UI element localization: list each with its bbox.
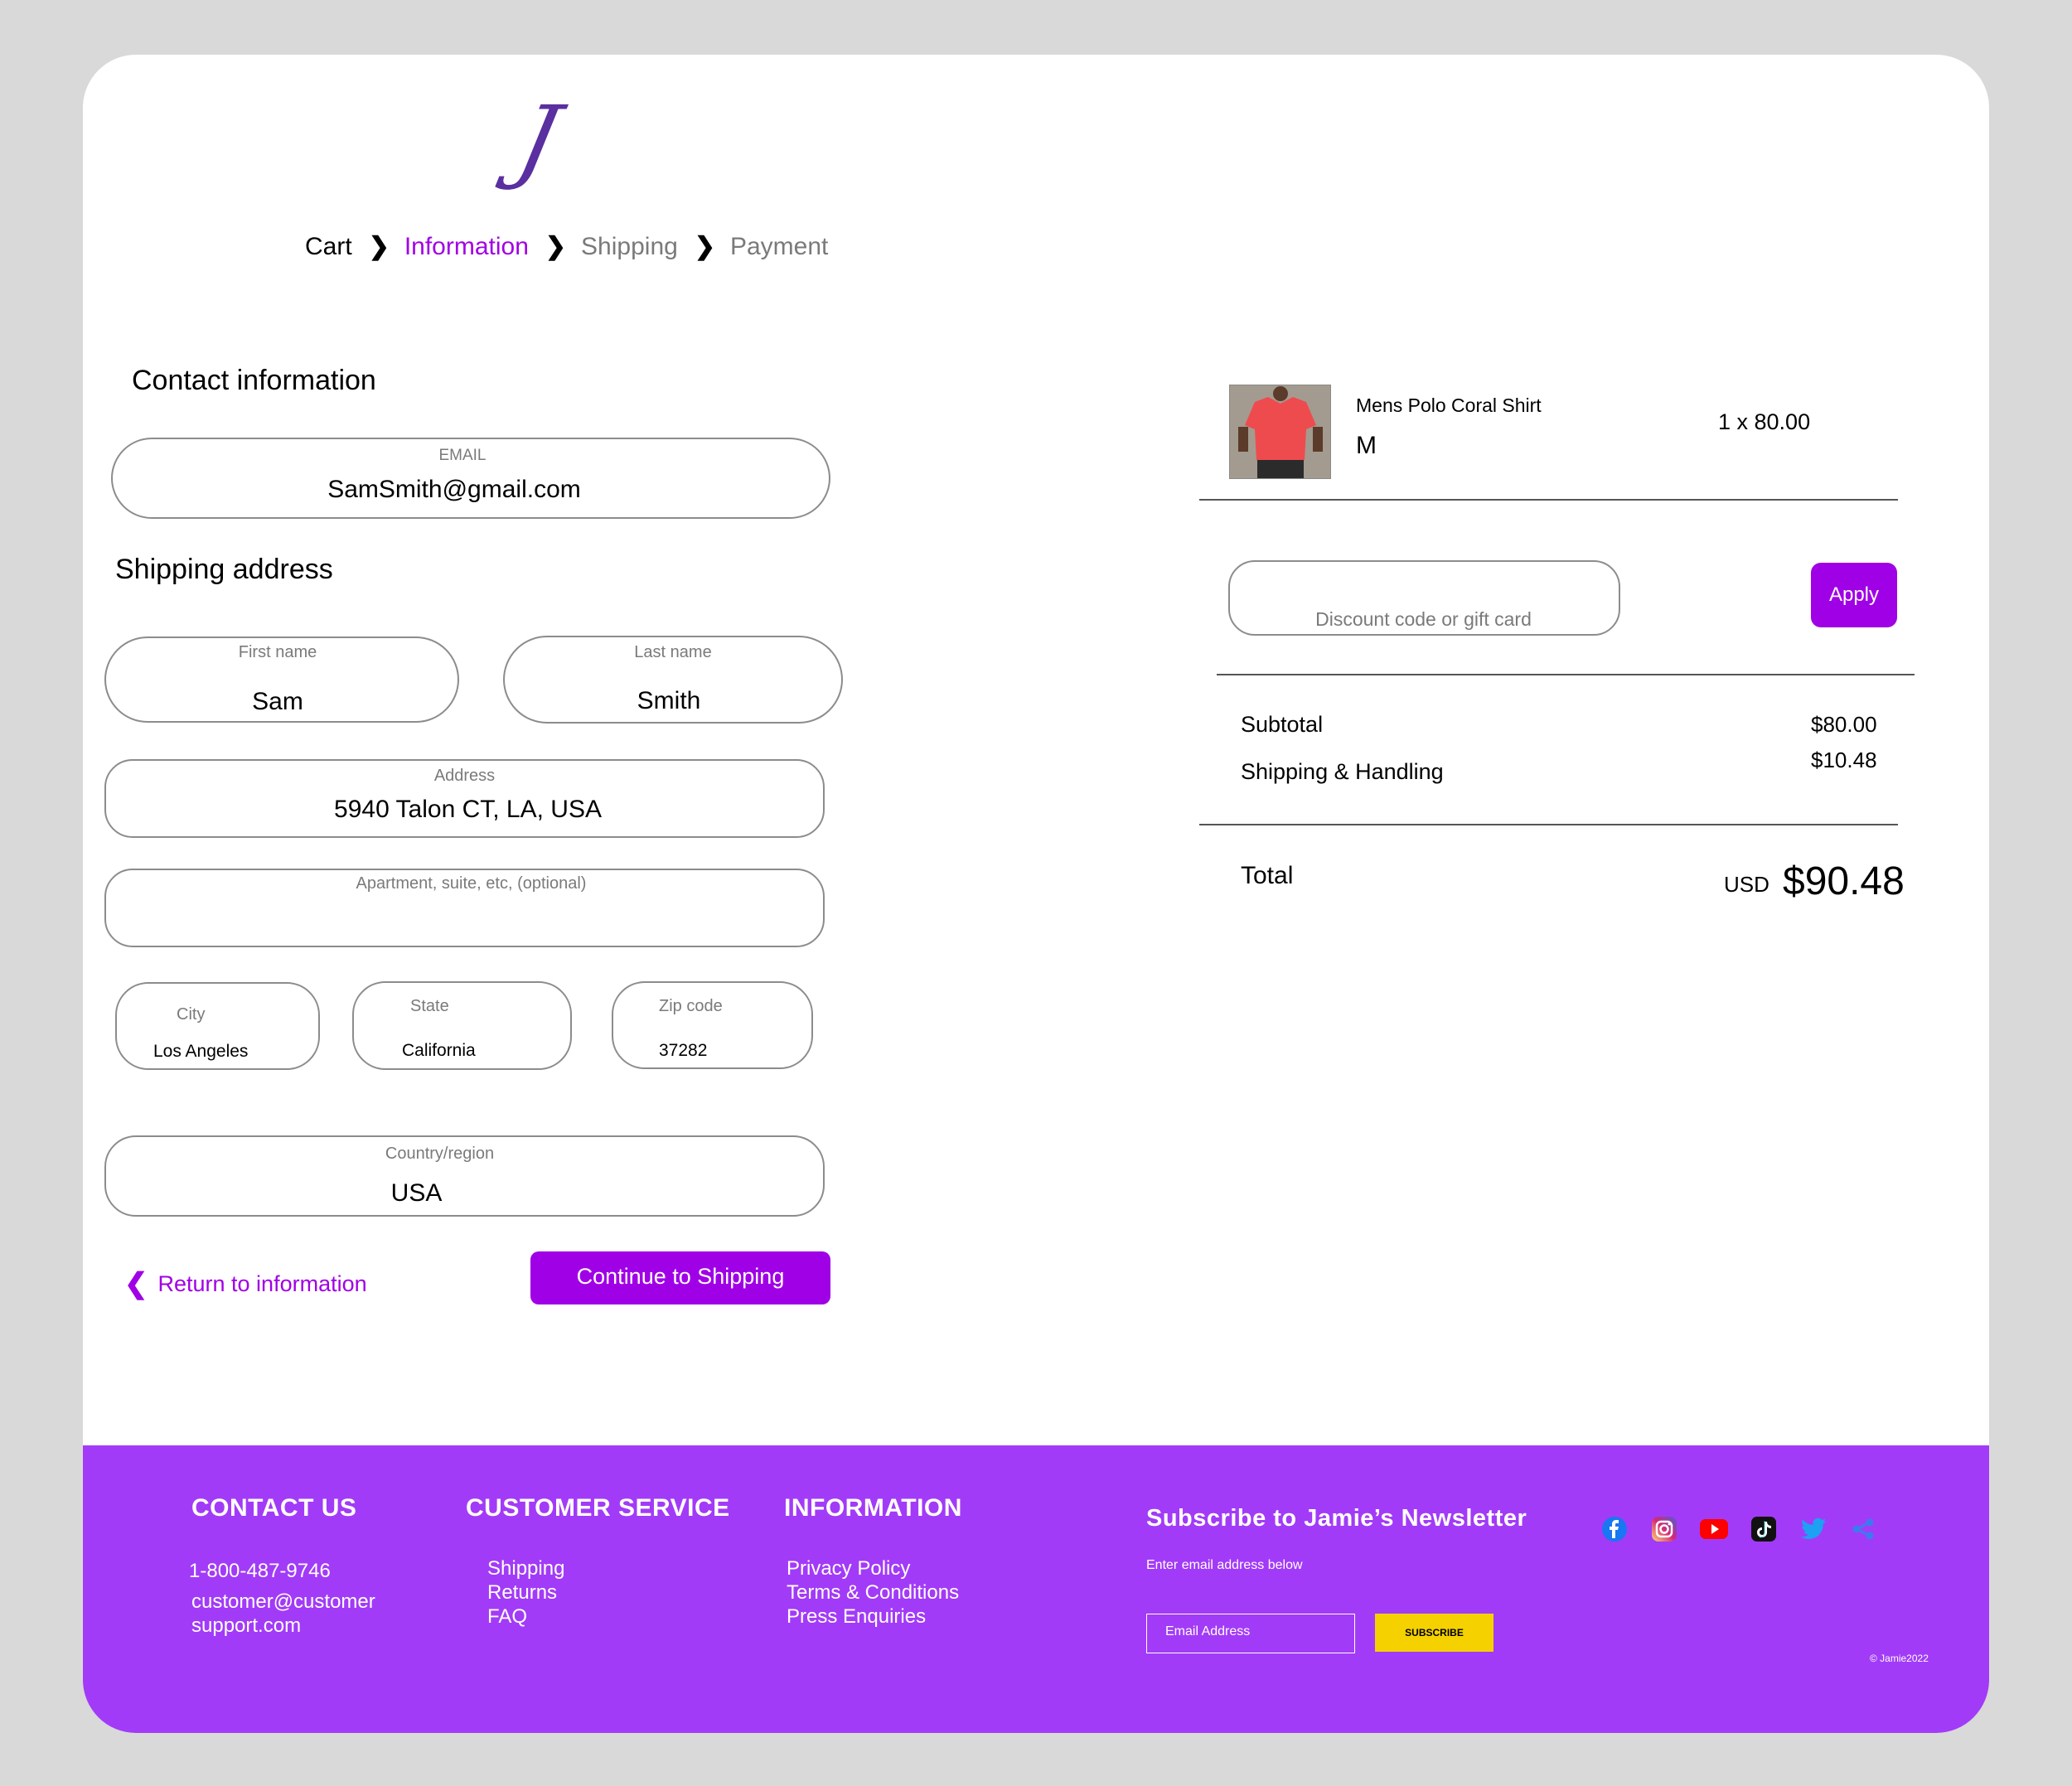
zip-code-label: Zip code [659,997,723,1015]
continue-to-shipping-label: Continue to Shipping [576,1263,785,1289]
customer-service-heading: CUSTOMER SERVICE [466,1494,730,1522]
youtube-icon[interactable] [1700,1515,1728,1543]
divider [1217,674,1915,675]
city-label: City [177,1005,206,1024]
address-label: Address [433,767,496,785]
footer-link-privacy-policy[interactable]: Privacy Policy [787,1556,910,1580]
information-heading: INFORMATION [784,1494,962,1522]
product-thumbnail[interactable] [1229,385,1331,479]
country-label: Country/region [385,1145,495,1163]
first-name-label: First name [238,643,317,661]
facebook-icon[interactable] [1600,1515,1629,1543]
continue-to-shipping-button[interactable]: Continue to Shipping [530,1251,830,1304]
state-value: California [402,1041,476,1060]
footer-link-faq[interactable]: FAQ [487,1604,527,1629]
first-name-field[interactable]: First name Sam [104,636,459,723]
divider [1199,499,1898,501]
discount-code-input[interactable]: Discount code or gift card [1228,560,1620,636]
newsletter-email-input[interactable]: Email Address [1146,1614,1355,1653]
breadcrumb-shipping[interactable]: Shipping [581,233,678,261]
checkout-page: J Cart ❯ Information ❯ Shipping ❯ Paymen… [83,55,1989,1733]
footer-phone[interactable]: 1-800-487-9746 [189,1559,331,1583]
divider [1199,824,1898,825]
breadcrumb-information[interactable]: Information [404,233,529,261]
footer-link-terms[interactable]: Terms & Conditions [787,1580,959,1604]
footer-email-line1[interactable]: customer@customer [191,1590,375,1614]
contact-heading: Contact information [132,365,376,396]
shirt-image [1230,385,1330,478]
first-name-value: Sam [252,688,303,715]
city-value: Los Angeles [153,1042,249,1061]
newsletter-subtext: Enter email address below [1146,1558,1303,1572]
state-label: State [410,997,449,1015]
city-field[interactable]: City Los Angeles [115,982,320,1070]
subscribe-button[interactable]: SUBSCRIBE [1375,1614,1493,1652]
email-label: EMAIL [438,447,487,464]
address-field[interactable]: Address 5940 Talon CT, LA, USA [104,759,825,838]
return-to-information-label: Return to information [157,1271,367,1296]
last-name-field[interactable]: Last name Smith [503,636,843,724]
chevron-right-icon: ❯ [368,233,390,260]
zip-code-value: 37282 [659,1041,708,1060]
total-value: $90.48 [1783,859,1905,903]
country-field[interactable]: Country/region USA [104,1135,825,1217]
last-name-label: Last name [634,643,712,661]
product-size: M [1356,432,1377,459]
chevron-right-icon: ❯ [694,233,715,260]
subtotal-value: $80.00 [1811,712,1877,737]
breadcrumb-cart[interactable]: Cart [305,233,352,261]
share-icon[interactable] [1849,1515,1877,1543]
total-label: Total [1241,862,1294,889]
state-field[interactable]: State California [352,981,572,1070]
apply-label: Apply [1828,583,1880,606]
instagram-icon[interactable] [1650,1515,1678,1543]
copyright: © Jamie2022 [1870,1653,1929,1664]
apartment-label: Apartment, suite, etc, (optional) [356,874,587,893]
twitter-icon[interactable] [1799,1515,1828,1543]
brand-logo[interactable]: J [509,86,568,192]
email-field[interactable]: EMAIL SamSmith@gmail.com [111,438,830,519]
shipping-heading: Shipping address [115,554,333,585]
shipping-handling-label: Shipping & Handling [1241,759,1444,784]
product-name: Mens Polo Coral Shirt [1356,394,1542,416]
breadcrumb-payment[interactable]: Payment [730,233,828,261]
last-name-value: Smith [637,687,701,714]
footer-email-line2[interactable]: support.com [191,1614,301,1638]
product-quantity-price: 1 x 80.00 [1718,409,1811,434]
discount-code-placeholder: Discount code or gift card [1315,608,1532,630]
email-value: SamSmith@gmail.com [327,476,581,503]
newsletter-heading: Subscribe to Jamie’s Newsletter [1146,1505,1527,1532]
return-to-information-link[interactable]: ❮ Return to information [124,1267,367,1300]
address-value: 5940 Talon CT, LA, USA [334,796,602,823]
shipping-handling-value: $10.48 [1811,748,1877,772]
chevron-left-icon: ❮ [124,1268,148,1300]
tiktok-icon[interactable] [1750,1515,1778,1543]
subtotal-label: Subtotal [1241,712,1324,737]
apartment-field[interactable]: Apartment, suite, etc, (optional) [104,869,825,947]
chevron-right-icon: ❯ [545,233,567,260]
footer-link-shipping[interactable]: Shipping [487,1556,564,1580]
footer-link-press[interactable]: Press Enquiries [787,1604,926,1629]
country-value: USA [390,1179,443,1207]
footer-link-returns[interactable]: Returns [487,1580,557,1604]
total-currency: USD [1724,872,1769,897]
newsletter-email-placeholder: Email Address [1165,1624,1251,1638]
breadcrumb: Cart ❯ Information ❯ Shipping ❯ Payment [305,232,828,261]
contact-us-heading: CONTACT US [191,1494,357,1522]
site-footer: CONTACT US 1-800-487-9746 customer@custo… [83,1445,1989,1733]
subscribe-label: SUBSCRIBE [1405,1627,1464,1638]
zip-code-field[interactable]: Zip code 37282 [612,981,813,1069]
apply-button[interactable]: Apply [1811,563,1897,627]
